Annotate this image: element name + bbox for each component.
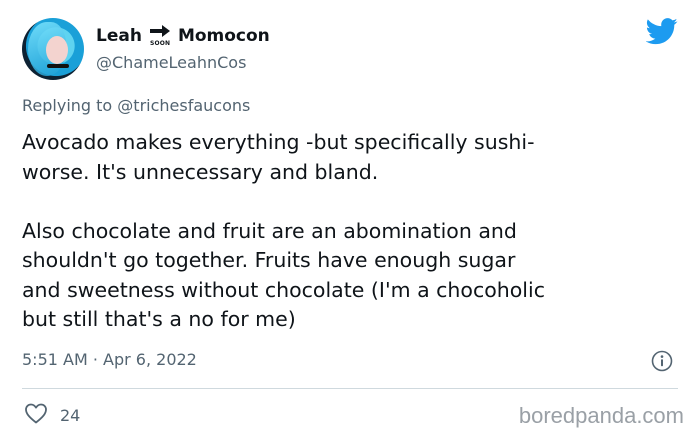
tweet-paragraph: Also chocolate and fruit are an abominat… [22, 218, 545, 332]
heart-icon [24, 402, 48, 428]
author-name-part2: Momocon [177, 26, 270, 46]
author-name-part1: Leah [96, 26, 142, 46]
watermark: boredpanda.com [518, 403, 684, 428]
reply-context: Replying to @trichesfaucons [22, 96, 250, 115]
tweet-timestamp[interactable]: 5:51 AM · Apr 6, 2022 [22, 350, 197, 369]
twitter-bird-icon[interactable] [645, 18, 678, 49]
soon-arrow-icon: SOON [143, 24, 177, 48]
like-count: 24 [60, 405, 81, 425]
tweet-body: Avocado makes everything -but specifical… [22, 128, 682, 335]
tweet-paragraph: Avocado makes everything -but specifical… [22, 130, 535, 184]
author-handle[interactable]: @ChameLeahnCos [96, 53, 246, 72]
reply-prefix: Replying to [22, 96, 113, 115]
reply-mention-link[interactable]: @trichesfaucons [117, 96, 250, 115]
avatar[interactable] [22, 18, 84, 80]
divider [22, 388, 678, 389]
like-button[interactable]: 24 [24, 402, 80, 428]
soon-sign-label: SOON [149, 40, 171, 47]
author-name[interactable]: Leah SOON Momocon [96, 24, 270, 48]
info-icon[interactable] [651, 350, 673, 376]
